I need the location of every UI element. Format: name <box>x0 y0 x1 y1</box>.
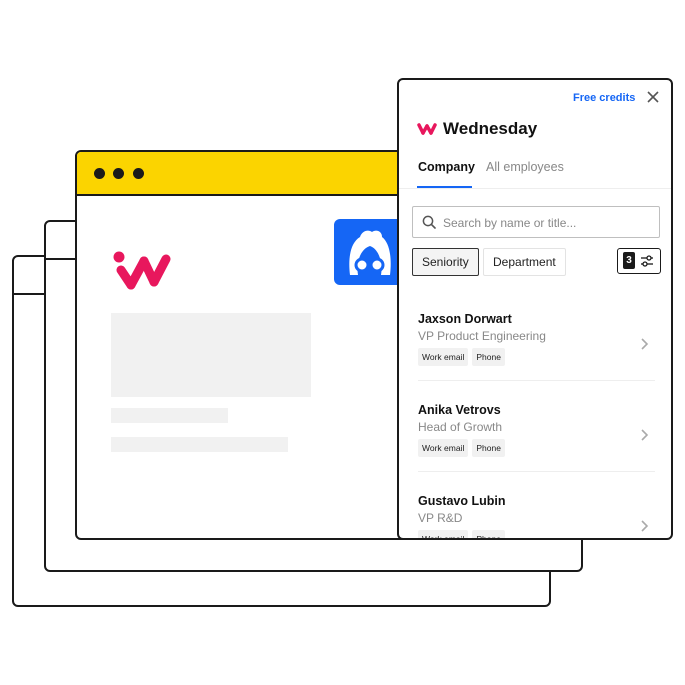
avatar-glasses-icon <box>349 230 391 275</box>
filters-button[interactable]: 3 <box>617 248 661 274</box>
window-dot-3 <box>133 168 144 179</box>
window-dot-1 <box>94 168 105 179</box>
person-name: Gustavo Lubin <box>418 494 506 508</box>
tab-all-employees[interactable]: All employees <box>486 160 564 174</box>
extension-panel: Free credits Wednesday Company All emplo… <box>397 78 673 540</box>
phone-tag: Phone <box>472 348 505 366</box>
list-item[interactable]: Anika Vetrovs Head of Growth Work email … <box>418 403 655 493</box>
phone-tag: Phone <box>472 530 505 538</box>
content-placeholder-line-2 <box>111 437 288 452</box>
filter-department-button[interactable]: Department <box>483 248 566 276</box>
chevron-right-icon <box>641 429 649 441</box>
close-icon[interactable] <box>645 89 661 105</box>
chevron-right-icon <box>641 338 649 350</box>
sliders-icon <box>641 255 653 267</box>
list-item[interactable]: Jaxson Dorwart VP Product Engineering Wo… <box>418 312 655 402</box>
list-divider <box>418 471 655 472</box>
window-dot-2 <box>113 168 124 179</box>
person-name: Jaxson Dorwart <box>418 312 512 326</box>
person-title: Head of Growth <box>418 420 503 434</box>
content-placeholder-block <box>111 313 311 397</box>
brand-name: Wednesday <box>443 119 538 138</box>
free-credits-link[interactable]: Free credits <box>573 92 635 104</box>
tab-company[interactable]: Company <box>418 160 475 174</box>
extension-avatar-button[interactable] <box>334 219 404 285</box>
person-title: VP R&D <box>418 511 463 525</box>
person-name: Anika Vetrovs <box>418 403 501 417</box>
content-placeholder-line-1 <box>111 408 228 423</box>
work-email-tag: Work email <box>418 348 469 366</box>
panel-brand: Wednesday <box>417 119 537 139</box>
wednesday-logo-icon <box>417 123 437 135</box>
work-email-tag: Work email <box>418 439 469 457</box>
phone-tag: Phone <box>472 439 505 457</box>
filter-count-badge: 3 <box>623 252 635 269</box>
chevron-right-icon <box>641 520 649 532</box>
search-box[interactable] <box>412 206 660 238</box>
search-input[interactable] <box>441 207 655 238</box>
tabs-divider <box>399 188 671 189</box>
person-title: VP Product Engineering <box>418 329 546 343</box>
list-item[interactable]: Gustavo Lubin VP R&D Work email Phone <box>418 494 655 538</box>
filter-seniority-button[interactable]: Seniority <box>412 248 479 276</box>
search-icon <box>422 215 436 229</box>
list-divider <box>418 380 655 381</box>
wednesday-logo-icon <box>113 251 171 290</box>
work-email-tag: Work email <box>418 530 469 538</box>
